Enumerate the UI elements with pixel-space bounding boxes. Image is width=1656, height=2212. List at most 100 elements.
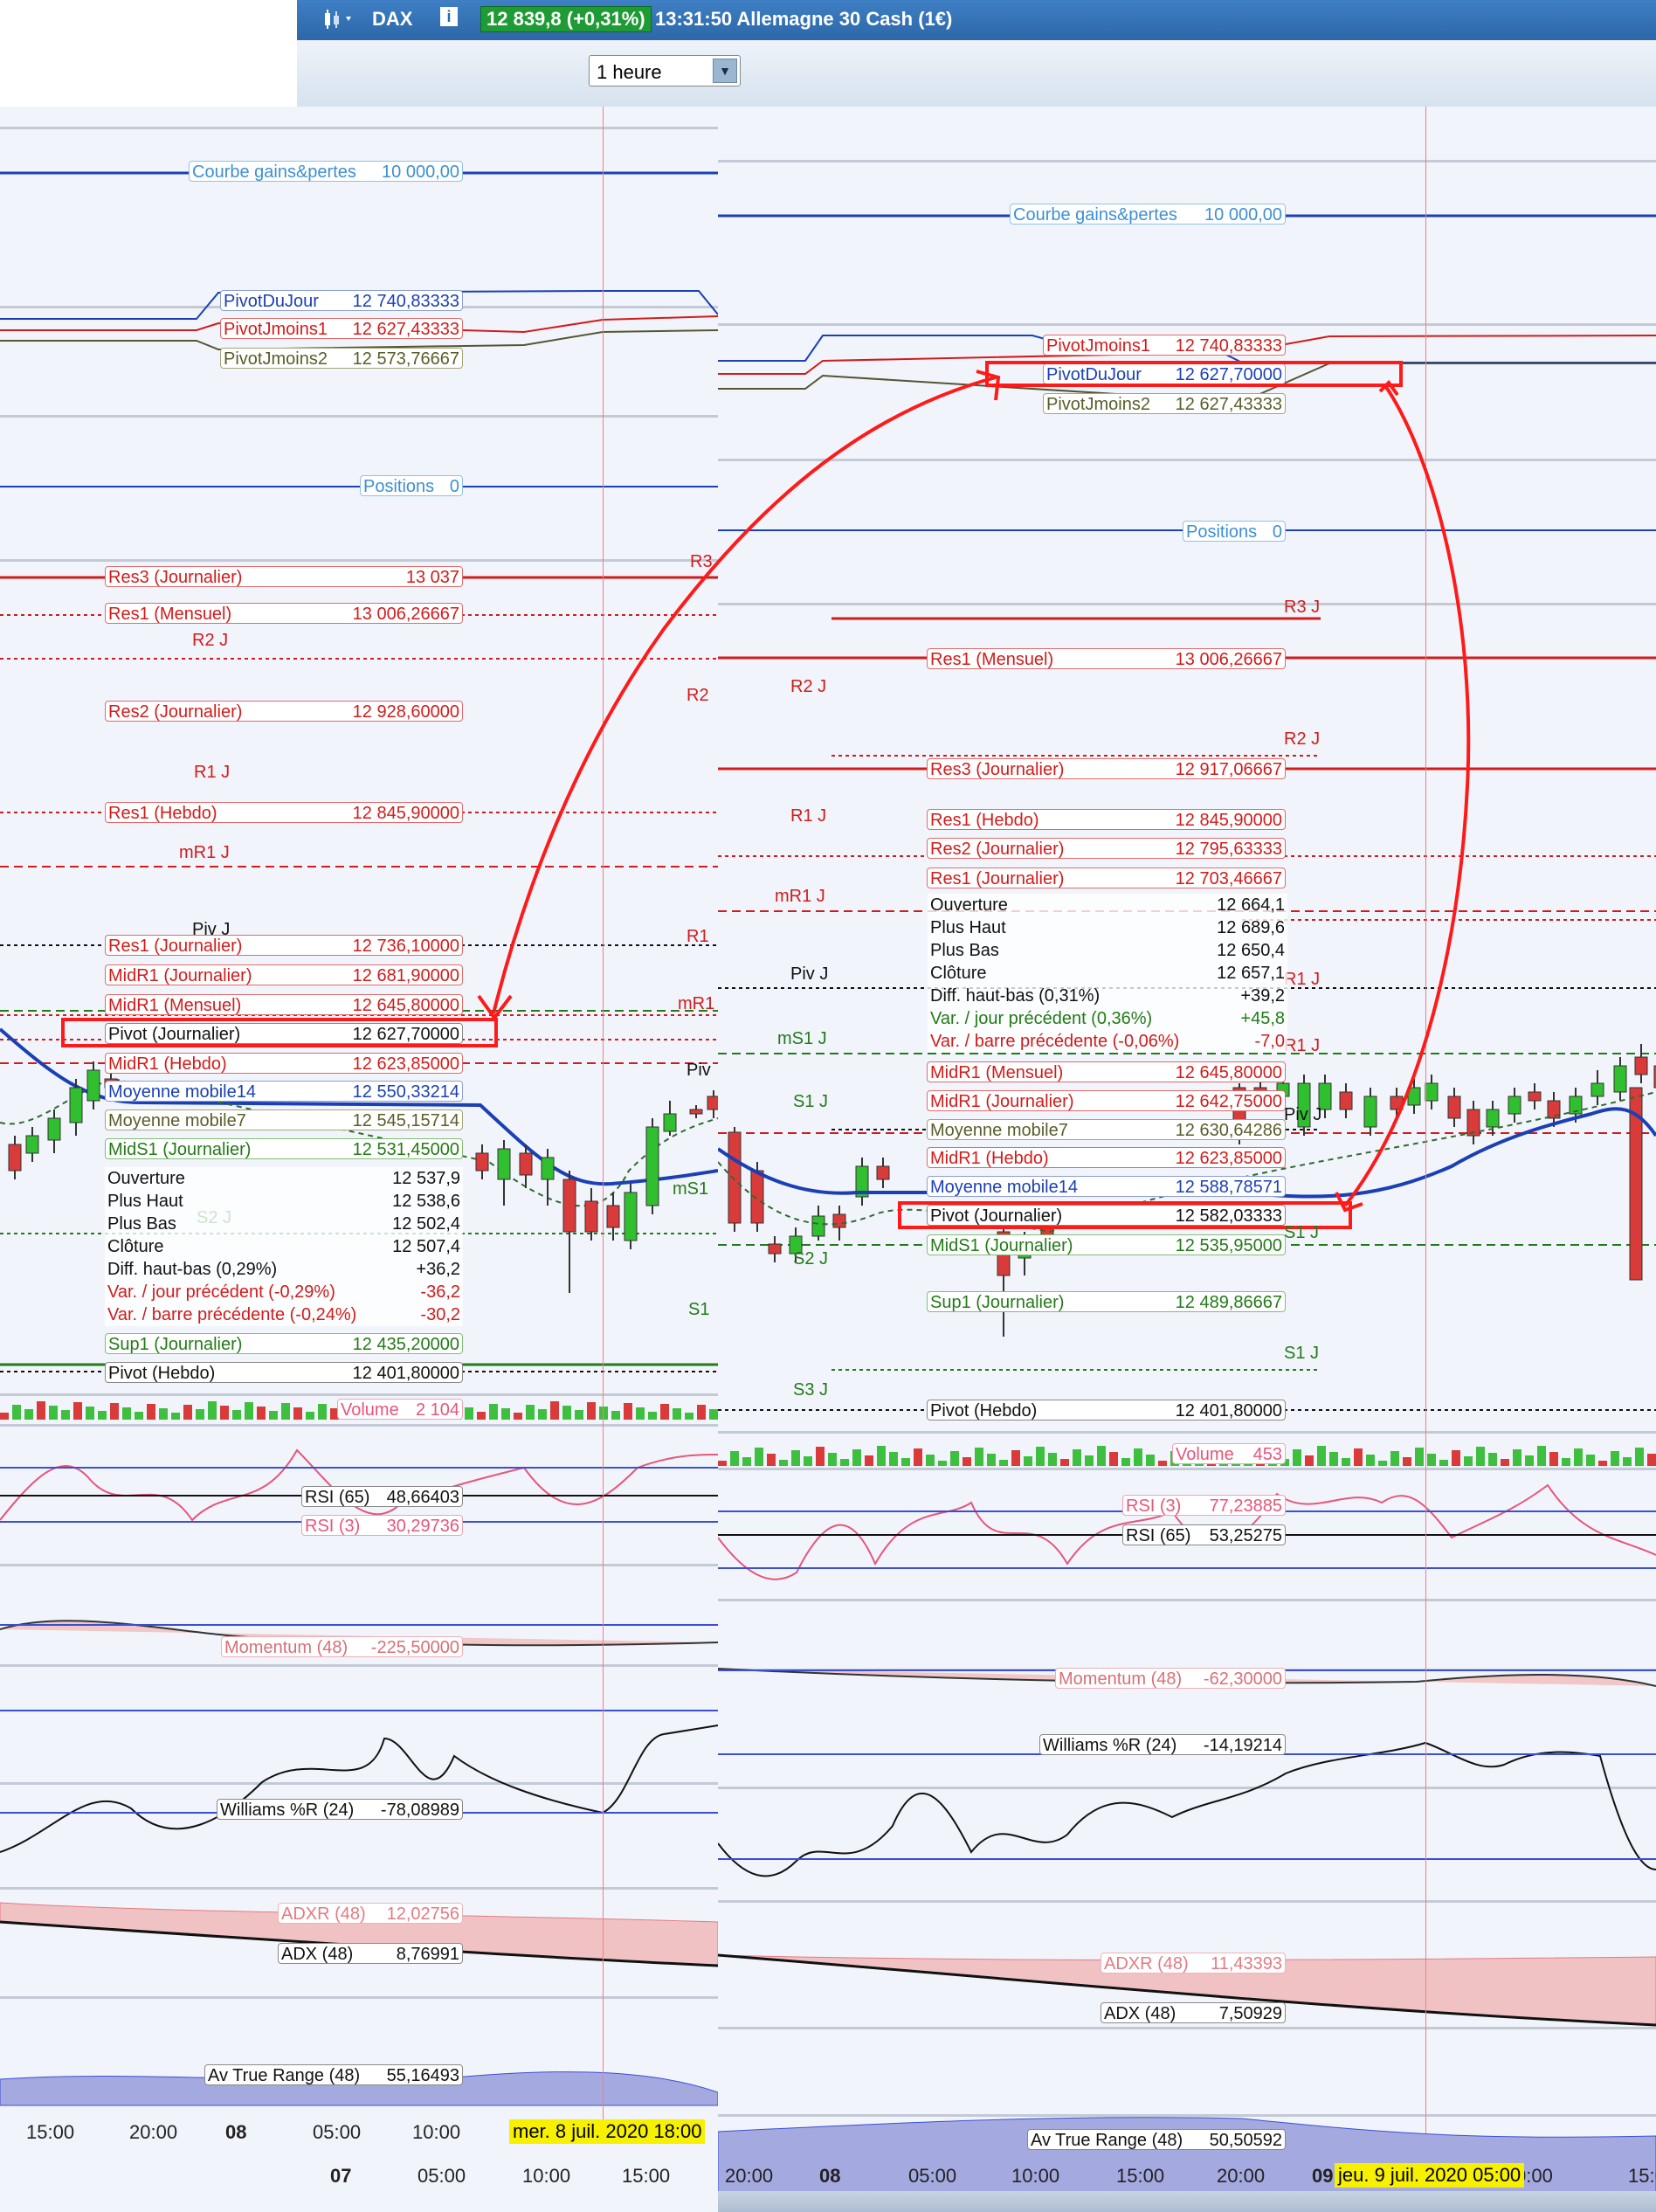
volume-bar <box>24 1409 33 1420</box>
ohlc-row: Var. / jour précédent (0,36%) +45,8 <box>928 1007 1287 1030</box>
rsi65-label[interactable]: RSI (65) 53,25275 <box>1122 1524 1286 1545</box>
label-value: 12 928,60000 <box>352 702 459 722</box>
level-label[interactable]: Res1 (Hebdo) 12 845,90000 <box>105 802 463 823</box>
label-name: PivotDuJour <box>224 292 319 311</box>
level-tag: Piv J <box>790 964 829 984</box>
momentum-label[interactable]: Momentum (48) -62,30000 <box>1055 1668 1286 1689</box>
level-label[interactable]: Res1 (Hebdo) 12 845,90000 <box>927 809 1286 830</box>
equity-curve-label[interactable]: Courbe gains&pertes 10 000,00 <box>189 161 463 182</box>
label-name: Moyenne mobile7 <box>108 1111 246 1130</box>
volume-bar <box>889 1452 898 1466</box>
volume-bar <box>755 1448 763 1466</box>
ohlc-row: Clôture 12 507,4 <box>105 1235 463 1258</box>
positions-label[interactable]: Positions 0 <box>1183 521 1286 542</box>
level-label[interactable]: Moyenne mobile7 12 630,64286 <box>927 1119 1286 1140</box>
level-tag: mR1 J <box>775 887 825 906</box>
pivot-label[interactable]: PivotJmoins1 12 740,83333 <box>1043 335 1286 356</box>
level-label[interactable]: Res3 (Journalier) 12 917,06667 <box>927 758 1286 779</box>
info-icon[interactable]: i <box>440 7 458 26</box>
right-chart-panel[interactable]: Courbe gains&pertes 10 000,00 PivotJmoins1… <box>718 107 1656 2212</box>
pivot-label[interactable]: PivotJmoins2 12 627,43333 <box>1043 393 1286 414</box>
level-label[interactable]: Moyenne mobile14 12 550,33214 <box>105 1081 463 1102</box>
axis-tick: 08 <box>819 2165 841 2187</box>
level-tag: R1 J <box>790 806 827 826</box>
candle-body <box>1339 1091 1353 1110</box>
label-value: -78,08989 <box>380 1801 459 1820</box>
williams-label[interactable]: Williams %R (24) -14,19214 <box>1039 1734 1286 1755</box>
equity-curve-label[interactable]: Courbe gains&pertes 10 000,00 <box>1010 204 1286 225</box>
label-value: 12 845,90000 <box>352 804 459 823</box>
level-label[interactable]: Pivot (Hebdo) 12 401,80000 <box>927 1400 1286 1421</box>
adxr-label[interactable]: ADXR (48) 12,02756 <box>278 1903 463 1924</box>
volume-label[interactable]: Volume 453 <box>1172 1443 1286 1464</box>
level-label[interactable]: Res2 (Journalier) 12 795,63333 <box>927 838 1286 859</box>
volume-bar <box>673 1408 681 1420</box>
level-label[interactable]: Sup1 (Journalier) 12 435,20000 <box>105 1333 463 1354</box>
level-label[interactable]: Moyenne mobile7 12 545,15714 <box>105 1109 463 1130</box>
atr-label[interactable]: Av True Range (48) 55,16493 <box>204 2064 463 2085</box>
timeframe-select[interactable]: 1 heure ▼ <box>589 55 741 86</box>
rsi3-label[interactable]: RSI (3) 30,29736 <box>301 1515 463 1536</box>
williams-label[interactable]: Williams %R (24) -78,08989 <box>217 1799 463 1820</box>
level-label[interactable]: Res1 (Mensuel) 13 006,26667 <box>927 648 1286 669</box>
label-value: 50,50592 <box>1209 2131 1282 2150</box>
ohlc-value: -36,2 <box>420 1282 460 1302</box>
label-name: Res1 (Mensuel) <box>108 605 232 624</box>
atr-label[interactable]: Av True Range (48) 50,50592 <box>1027 2129 1286 2150</box>
level-label[interactable]: MidR1 (Hebdo) 12 623,85000 <box>927 1147 1286 1168</box>
candle-body <box>1590 1082 1604 1097</box>
label-value: 12 736,10000 <box>352 937 459 956</box>
volume-bar <box>1439 1460 1448 1466</box>
level-label[interactable]: MidR1 (Hebdo) 12 623,85000 <box>105 1053 463 1074</box>
label-name: MidR1 (Journalier) <box>108 966 252 985</box>
rsi3-label[interactable]: RSI (3) 77,23885 <box>1122 1495 1286 1516</box>
adxr-label[interactable]: ADXR (48) 11,43393 <box>1101 1953 1286 1974</box>
level-label[interactable]: MidR1 (Mensuel) 12 645,80000 <box>105 994 463 1015</box>
left-chart-panel[interactable]: Courbe gains&pertes 10 000,00 PivotDuJour 1… <box>0 107 718 2212</box>
chart-subtoolbar: 1 heure ▼ <box>297 40 1656 107</box>
adx-label[interactable]: ADX (48) 7,50929 <box>1101 2002 1286 2023</box>
candle-body <box>1447 1096 1461 1119</box>
positions-label[interactable]: Positions 0 <box>360 475 463 496</box>
volume-bar <box>730 1451 739 1466</box>
level-label[interactable]: Res1 (Journalier) 12 703,46667 <box>927 868 1286 888</box>
level-label[interactable]: Sup1 (Journalier) 12 489,86667 <box>927 1291 1286 1312</box>
level-label[interactable]: Res1 (Journalier) 12 736,10000 <box>105 935 463 956</box>
level-label[interactable]: Res1 (Mensuel) 13 006,26667 <box>105 603 463 624</box>
label-name: Courbe gains&pertes <box>192 162 356 182</box>
level-label[interactable]: Pivot (Hebdo) 12 401,80000 <box>105 1362 463 1383</box>
panel-separator <box>718 603 1656 605</box>
volume-bar <box>1121 1458 1130 1466</box>
ohlc-name: Var. / jour précédent (0,36%) <box>930 1009 1153 1028</box>
label-name: MidR1 (Journalier) <box>930 1092 1074 1111</box>
level-label[interactable]: MidR1 (Journalier) 12 642,75000 <box>927 1090 1286 1111</box>
rsi65-label[interactable]: RSI (65) 48,66403 <box>301 1486 463 1507</box>
pivot-label[interactable]: PivotDuJour 12 740,83333 <box>220 290 463 311</box>
level-label[interactable]: Res2 (Journalier) 12 928,60000 <box>105 701 463 722</box>
volume-bar <box>562 1406 571 1420</box>
ohlc-row: Plus Haut 12 689,6 <box>928 916 1287 939</box>
level-tag: mS1 <box>673 1179 709 1199</box>
volume-bar <box>122 1407 131 1420</box>
pivot-label[interactable]: PivotJmoins2 12 573,76667 <box>220 348 463 369</box>
horizontal-scrollbar[interactable] <box>718 2191 1656 2212</box>
adx-label[interactable]: ADX (48) 8,76991 <box>278 1943 463 1964</box>
level-label[interactable]: Res3 (Journalier) 13 037 <box>105 566 463 587</box>
ohlc-value: +36,2 <box>416 1260 460 1279</box>
chart-type-icon[interactable] <box>323 8 358 36</box>
volume-label[interactable]: Volume 2 104 <box>337 1399 463 1420</box>
ohlc-name: Ouverture <box>930 895 1008 915</box>
pivot-label[interactable]: PivotJmoins1 12 627,43333 <box>220 318 463 339</box>
level-label[interactable]: MidR1 (Mensuel) 12 645,80000 <box>927 1061 1286 1082</box>
panel-separator <box>0 415 718 418</box>
instrument-name[interactable]: DAX <box>372 8 412 31</box>
chevron-down-icon[interactable]: ▼ <box>713 59 737 83</box>
level-label[interactable]: MidR1 (Journalier) 12 681,90000 <box>105 964 463 985</box>
candle-body <box>475 1152 489 1172</box>
williams-line <box>0 1725 718 1853</box>
label-name: PivotJmoins1 <box>1046 336 1150 356</box>
momentum-label[interactable]: Momentum (48) -225,50000 <box>221 1636 463 1657</box>
level-label[interactable]: Moyenne mobile14 12 588,78571 <box>927 1176 1286 1197</box>
level-label[interactable]: MidS1 (Journalier) 12 535,95000 <box>927 1234 1286 1255</box>
level-label[interactable]: MidS1 (Journalier) 12 531,45000 <box>105 1138 463 1159</box>
